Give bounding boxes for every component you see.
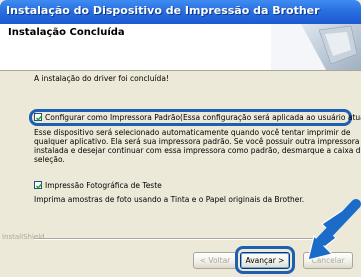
printer-graphic-icon [271, 24, 361, 70]
title-bar[interactable]: Instalação do Dispositivo de Impressão d… [0, 0, 361, 24]
test-print-description: Imprima amostras de foto usando a Tinta … [34, 195, 305, 204]
checkmark-icon [35, 115, 43, 121]
default-printer-description-line: Esse dispositivo será selecionado automa… [34, 128, 351, 137]
test-print-checkbox[interactable] [34, 181, 43, 189]
default-printer-description-line: qualquer aplicativo. Ela será sua impres… [34, 137, 360, 146]
back-button[interactable]: < Voltar [193, 252, 237, 269]
test-print-label[interactable]: Impressão Fotográfica de Teste [45, 181, 162, 190]
default-printer-label[interactable]: Configurar como Impressora Padrão(Essa c… [45, 113, 361, 122]
status-text: A instalação do driver foi concluída! [34, 74, 169, 83]
checkmark-icon [35, 183, 43, 189]
default-printer-description-line: instalada e desejar continuar com essa i… [34, 146, 361, 155]
header-panel: Instalação Concluída [0, 24, 361, 71]
installer-window: Instalação do Dispositivo de Impressão d… [0, 0, 361, 277]
window-title: Instalação do Dispositivo de Impressão d… [6, 4, 320, 17]
pointer-arrow-icon [307, 199, 361, 261]
next-button[interactable]: Avançar > [240, 252, 290, 269]
page-title: Instalação Concluída [8, 27, 125, 38]
default-printer-description-line: seleção. [34, 155, 65, 164]
footer-divider [34, 238, 324, 240]
default-printer-checkbox[interactable] [34, 113, 43, 121]
